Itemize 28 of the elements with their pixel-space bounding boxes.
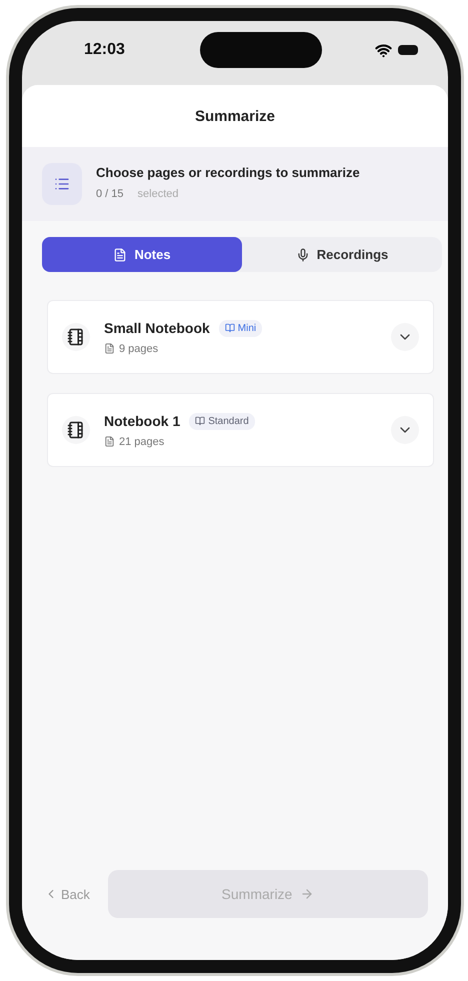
document-icon bbox=[104, 436, 115, 447]
selected-label: selected bbox=[138, 188, 179, 200]
notebook-name: Notebook 1 bbox=[104, 413, 180, 429]
notebook-card[interactable]: Notebook 1 Standard 21 pages bbox=[47, 393, 434, 467]
tab[interactable]: Notes bbox=[42, 237, 242, 272]
prompt-text: Choose pages or recordings to summarize bbox=[96, 165, 360, 180]
book-icon bbox=[195, 416, 206, 426]
microphone-icon bbox=[296, 248, 310, 262]
notebook-name: Small Notebook bbox=[104, 320, 210, 336]
tag-label: Mini bbox=[238, 322, 256, 334]
tag-label: Standard bbox=[208, 416, 249, 426]
document-icon bbox=[104, 343, 115, 354]
list-icon bbox=[42, 163, 82, 205]
tab[interactable]: Recordings bbox=[242, 237, 442, 272]
notebook-card[interactable]: Small Notebook Mini 9 pages bbox=[47, 300, 434, 374]
notebook-icon bbox=[62, 323, 90, 351]
page-count: 9 pages bbox=[119, 342, 158, 354]
expand-button[interactable] bbox=[391, 416, 419, 444]
selected-count: 0 / 15 bbox=[96, 188, 124, 200]
status-time: 12:03 bbox=[84, 41, 125, 59]
sheet-title: Summarize bbox=[194, 108, 276, 124]
expand-button[interactable] bbox=[391, 323, 419, 351]
wifi-icon bbox=[374, 42, 392, 58]
battery-icon bbox=[398, 45, 418, 55]
page-count: 21 pages bbox=[119, 436, 164, 448]
notebook-icon bbox=[62, 416, 90, 444]
book-icon bbox=[224, 323, 235, 333]
document-icon bbox=[113, 248, 128, 262]
